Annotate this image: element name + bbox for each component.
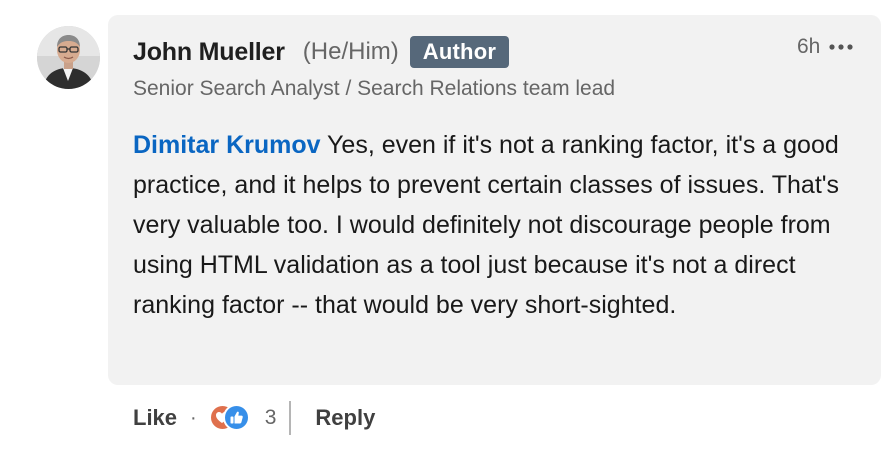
comment-meta: 6h: [797, 33, 856, 61]
mention-link[interactable]: Dimitar Krumov: [133, 131, 321, 159]
reaction-icons[interactable]: [208, 401, 263, 435]
author-pronouns: (He/Him): [302, 38, 399, 65]
dot-separator: ·: [190, 406, 197, 429]
author-badge: Author: [409, 36, 510, 68]
avatar[interactable]: [37, 26, 100, 89]
ellipsis-icon: [829, 44, 853, 50]
author-headline: Senior Search Analyst / Search Relations…: [133, 77, 616, 100]
comment-actions: Like · 3 Reply: [133, 401, 375, 435]
like-reaction-icon: [222, 404, 250, 431]
author-name[interactable]: John Mueller: [133, 38, 285, 67]
more-options-button[interactable]: [826, 37, 856, 57]
comment-header: John Mueller (He/Him) Author: [133, 34, 510, 70]
comment-text: Dimitar Krumov Yes, even if it's not a r…: [133, 125, 868, 325]
like-button[interactable]: Like: [133, 405, 177, 431]
comment-body-text: Yes, even if it's not a ranking factor, …: [133, 131, 840, 319]
reply-button[interactable]: Reply: [315, 405, 375, 431]
reaction-count[interactable]: 3: [265, 406, 277, 430]
comment-timestamp: 6h: [797, 35, 821, 58]
profile-photo: [37, 26, 100, 89]
action-divider: [289, 401, 292, 435]
